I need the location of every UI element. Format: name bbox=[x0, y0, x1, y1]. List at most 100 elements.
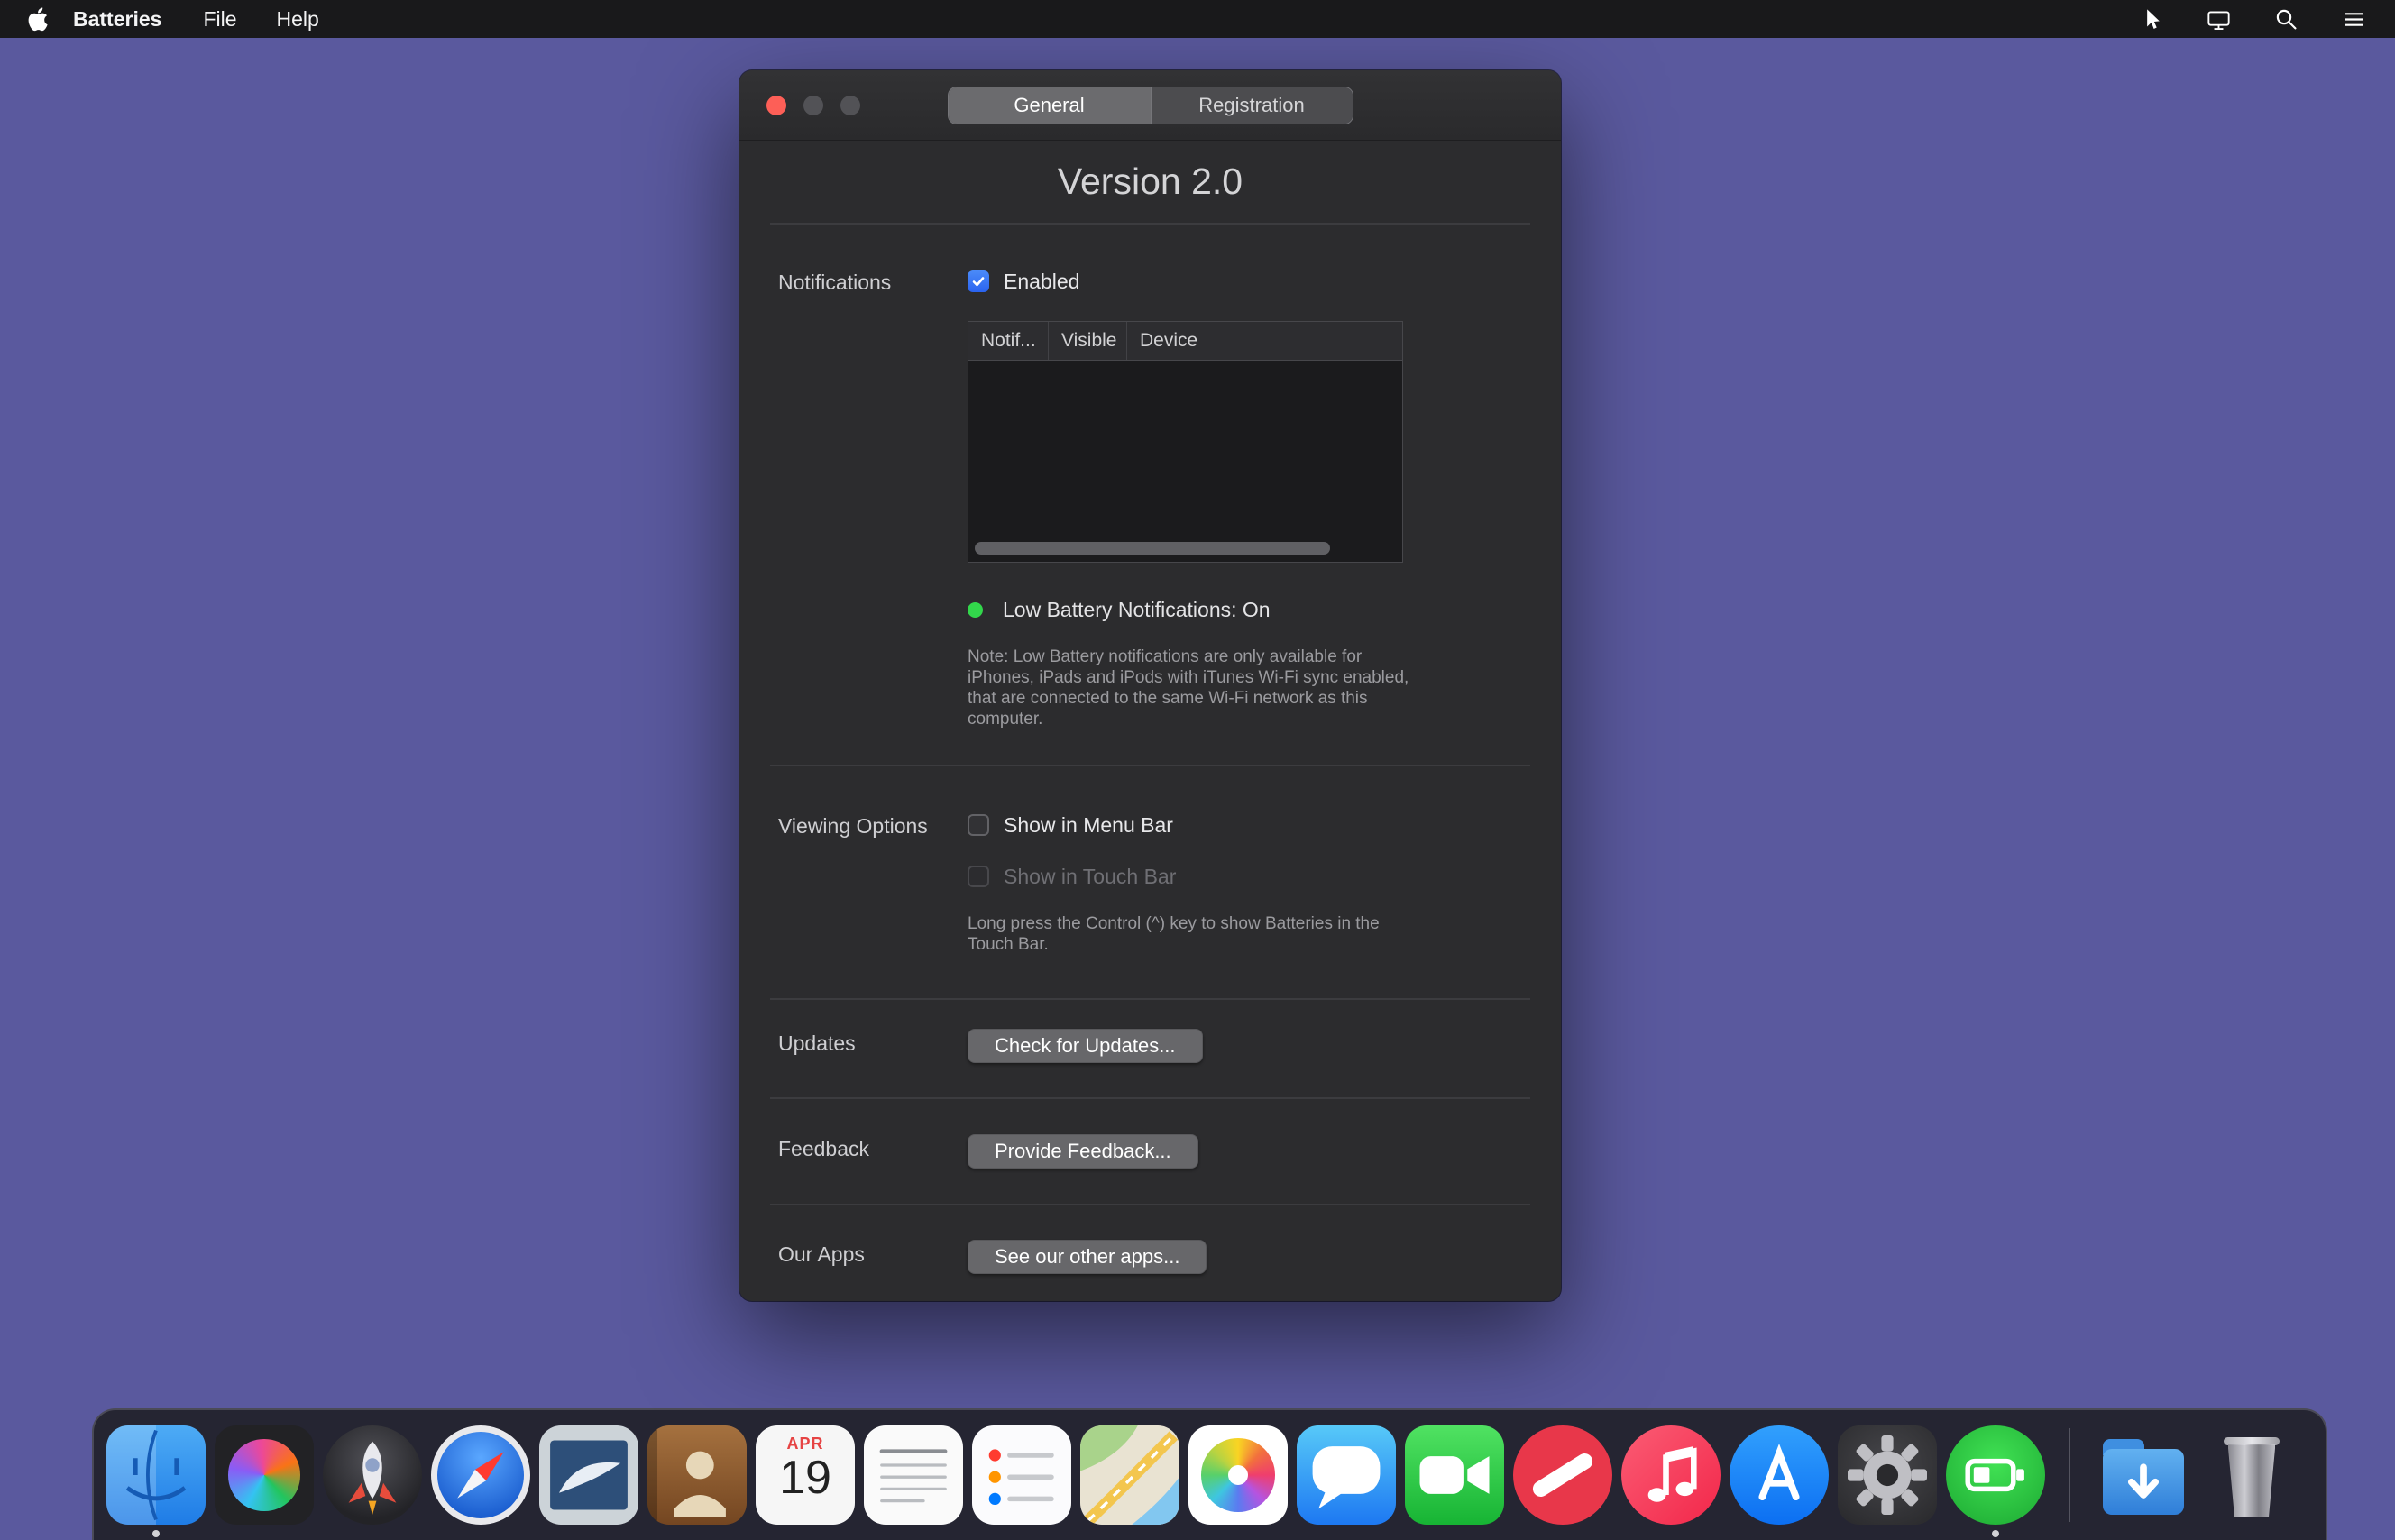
low-battery-status-row: Low Battery Notifications: On bbox=[968, 598, 1271, 622]
updates-label: Updates bbox=[778, 1029, 968, 1063]
launchpad-icon bbox=[323, 1425, 422, 1525]
show-in-menu-bar-label: Show in Menu Bar bbox=[1004, 813, 1173, 838]
calendar-day: 19 bbox=[779, 1453, 831, 1503]
check-for-updates-button[interactable]: Check for Updates... bbox=[968, 1029, 1203, 1063]
siri-icon bbox=[215, 1425, 314, 1525]
section-updates: Updates Check for Updates... bbox=[739, 1029, 1561, 1063]
photos-icon bbox=[1188, 1425, 1288, 1525]
dock-textedit[interactable] bbox=[864, 1410, 963, 1540]
dock-photos[interactable] bbox=[1188, 1410, 1288, 1540]
menu-bar-checkbox-row: Show in Menu Bar bbox=[968, 811, 1173, 839]
touch-bar-note: Long press the Control (^) key to show B… bbox=[968, 913, 1411, 955]
menu-bar-left: Batteries File Help bbox=[27, 7, 339, 32]
dock-reminders[interactable] bbox=[972, 1410, 1071, 1540]
zoom-button[interactable] bbox=[840, 96, 860, 115]
dock-mail[interactable] bbox=[539, 1410, 638, 1540]
show-in-menu-bar-checkbox[interactable] bbox=[968, 814, 989, 836]
see-other-apps-button[interactable]: See our other apps... bbox=[968, 1240, 1207, 1274]
search-icon[interactable] bbox=[2272, 5, 2300, 33]
notifications-note: Note: Low Battery notifications are only… bbox=[968, 646, 1411, 729]
window-titlebar[interactable]: General Registration bbox=[739, 70, 1561, 141]
notifications-label: Notifications bbox=[778, 268, 968, 729]
dock-finder[interactable] bbox=[106, 1410, 206, 1540]
provide-feedback-button[interactable]: Provide Feedback... bbox=[968, 1134, 1198, 1169]
menu-bar-status-area bbox=[2137, 5, 2368, 33]
section-notifications: Notifications Enabled Notif... Visible D… bbox=[739, 268, 1561, 729]
menu-app-name[interactable]: Batteries bbox=[51, 7, 183, 32]
horizontal-scrollbar[interactable] bbox=[975, 542, 1330, 555]
calendar-icon: APR 19 bbox=[756, 1425, 855, 1525]
news-icon bbox=[1513, 1425, 1612, 1525]
divider bbox=[770, 1204, 1530, 1205]
safari-icon bbox=[431, 1425, 530, 1525]
preference-tabs: General Registration bbox=[948, 87, 1353, 124]
close-button[interactable] bbox=[766, 96, 786, 115]
contacts-icon bbox=[647, 1425, 747, 1525]
divider bbox=[770, 223, 1530, 225]
touch-bar-checkbox-row: Show in Touch Bar bbox=[968, 863, 1176, 890]
divider bbox=[770, 765, 1530, 766]
apple-menu[interactable] bbox=[27, 7, 51, 32]
dock-launchpad[interactable] bbox=[323, 1410, 422, 1540]
tab-registration[interactable]: Registration bbox=[1151, 87, 1353, 124]
section-feedback: Feedback Provide Feedback... bbox=[739, 1134, 1561, 1169]
dock-app-store[interactable] bbox=[1730, 1410, 1829, 1540]
downloads-folder-icon bbox=[2094, 1425, 2193, 1525]
dock: APR 19 bbox=[92, 1408, 2327, 1540]
status-green-dot bbox=[968, 602, 983, 618]
dock-maps[interactable] bbox=[1080, 1410, 1179, 1540]
feedback-label: Feedback bbox=[778, 1134, 968, 1169]
batteries-app-icon bbox=[1946, 1425, 2045, 1525]
column-device[interactable]: Device bbox=[1127, 322, 1402, 360]
divider bbox=[770, 998, 1530, 1000]
menu-help[interactable]: Help bbox=[257, 7, 339, 32]
dock-batteries-app[interactable] bbox=[1946, 1410, 2045, 1540]
show-in-touch-bar-label: Show in Touch Bar bbox=[1004, 865, 1176, 889]
devices-table-header: Notif... Visible Device bbox=[968, 322, 1402, 361]
maps-icon bbox=[1080, 1425, 1179, 1525]
dock-contacts[interactable] bbox=[647, 1410, 747, 1540]
music-icon bbox=[1621, 1425, 1721, 1525]
our-apps-label: Our Apps bbox=[778, 1240, 968, 1274]
tab-general[interactable]: General bbox=[949, 87, 1151, 124]
column-visible[interactable]: Visible bbox=[1049, 322, 1127, 360]
dock-separator bbox=[2069, 1428, 2070, 1522]
low-battery-status-text: Low Battery Notifications: On bbox=[1003, 598, 1271, 622]
traffic-lights bbox=[766, 70, 860, 140]
enabled-checkbox-row: Enabled bbox=[968, 268, 1079, 295]
trash-icon bbox=[2202, 1425, 2301, 1525]
enabled-checkbox[interactable] bbox=[968, 270, 989, 292]
app-store-icon bbox=[1730, 1425, 1829, 1525]
dock-calendar[interactable]: APR 19 bbox=[756, 1410, 855, 1540]
reminders-icon bbox=[972, 1425, 1071, 1525]
menu-list-icon[interactable] bbox=[2340, 5, 2368, 33]
show-in-touch-bar-checkbox[interactable] bbox=[968, 866, 989, 887]
column-notif[interactable]: Notif... bbox=[968, 322, 1049, 360]
mail-icon bbox=[539, 1425, 638, 1525]
dock-safari[interactable] bbox=[431, 1410, 530, 1540]
dock-siri[interactable] bbox=[215, 1410, 314, 1540]
dock-downloads[interactable] bbox=[2094, 1410, 2193, 1540]
dock-news[interactable] bbox=[1513, 1410, 1612, 1540]
running-indicator bbox=[152, 1530, 160, 1537]
dock-music[interactable] bbox=[1621, 1410, 1721, 1540]
dock-messages[interactable] bbox=[1297, 1410, 1396, 1540]
calendar-month: APR bbox=[786, 1435, 823, 1453]
batteries-preferences-window: General Registration Version 2.0 Notific… bbox=[739, 70, 1561, 1301]
pointer-icon[interactable] bbox=[2137, 5, 2165, 33]
textedit-icon bbox=[864, 1425, 963, 1525]
minimize-button[interactable] bbox=[803, 96, 823, 115]
apple-logo-icon bbox=[27, 7, 51, 32]
display-icon[interactable] bbox=[2205, 5, 2233, 33]
checkmark-icon bbox=[971, 274, 986, 289]
menu-bar: Batteries File Help bbox=[0, 0, 2395, 38]
dock-system-preferences[interactable] bbox=[1838, 1410, 1937, 1540]
messages-icon bbox=[1297, 1425, 1396, 1525]
dock-facetime[interactable] bbox=[1405, 1410, 1504, 1540]
dock-trash[interactable] bbox=[2202, 1410, 2301, 1540]
devices-table[interactable]: Notif... Visible Device bbox=[968, 321, 1403, 563]
running-indicator bbox=[1992, 1530, 1999, 1537]
menu-file[interactable]: File bbox=[183, 7, 256, 32]
finder-icon bbox=[106, 1425, 206, 1525]
facetime-icon bbox=[1405, 1425, 1504, 1525]
